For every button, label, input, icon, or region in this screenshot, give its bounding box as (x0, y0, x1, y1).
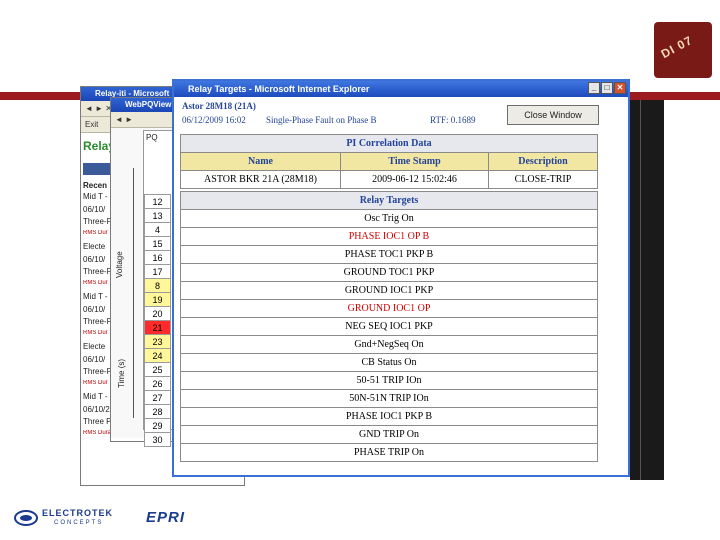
number-cell: 29 (144, 418, 171, 433)
number-column-header: PQ (146, 133, 158, 142)
number-cell: 17 (144, 264, 171, 279)
close-icon[interactable]: ✕ (614, 82, 626, 94)
number-column-window: PQ 12 13 4 15 16 17 8 19 20 21 23 24 25 26 27 28 29 30 (143, 130, 175, 447)
number-cell: 19 (144, 292, 171, 307)
electrotek-subtitle: CONCEPTS (54, 520, 104, 526)
correlation-description-cell: CLOSE-TRIP (488, 170, 598, 189)
number-cell: 21 (144, 320, 171, 335)
relay-targets-table: Relay Targets Osc Trig On PHASE IOC1 OP B… (180, 191, 598, 462)
number-cell: 12 (144, 194, 171, 209)
relay-target-row: PHASE IOC1 PKP B (180, 407, 598, 426)
close-window-button[interactable]: Close Window (507, 105, 599, 125)
plot-axis-line (133, 168, 134, 418)
column-header-name: Name (180, 152, 341, 171)
number-cell: 25 (144, 362, 171, 377)
number-cell: 13 (144, 208, 171, 223)
event-type: Single-Phase Fault on Phase B (266, 115, 377, 125)
relay-target-row: Gnd+NegSeq On (180, 335, 598, 354)
column-header-timestamp: Time Stamp (340, 152, 489, 171)
epri-logo: EPRI (146, 509, 186, 526)
relay-target-row: NEG SEQ IOC1 PKP (180, 317, 598, 336)
number-cell: 24 (144, 348, 171, 363)
number-cell: 8 (144, 278, 171, 293)
rtf-value: RTF: 0.1689 (430, 115, 476, 125)
relay-targets-titlebar: Relay Targets - Microsoft Internet Explo… (174, 81, 628, 97)
number-cell: 15 (144, 236, 171, 251)
voltage-axis-label: Voltage (115, 251, 124, 278)
relay-target-row: 50N-51N TRIP IOn (180, 389, 598, 408)
number-cell: 28 (144, 404, 171, 419)
number-cell: 4 (144, 222, 171, 237)
brand-logo-text: DI 07 (658, 32, 696, 62)
electrotek-emblem-icon (14, 510, 38, 526)
correlation-table: PI Correlation Data Name Time Stamp Desc… (180, 134, 598, 189)
relay-target-row: GROUND IOC1 PKP (180, 281, 598, 300)
column-header-description: Description (488, 152, 598, 171)
number-cell: 23 (144, 334, 171, 349)
relay-target-row: PHASE IOC1 OP B (180, 227, 598, 246)
relay-target-row: PHASE TOC1 PKP B (180, 245, 598, 264)
background-scrollbar[interactable] (640, 100, 664, 480)
relay-target-row: Osc Trig On (180, 209, 598, 228)
electrotek-logo: ELECTROTEK CONCEPTS (14, 506, 126, 530)
event-time: 06/12/2009 16:02 (182, 115, 246, 125)
relay-target-row: GROUND IOC1 OP (180, 299, 598, 318)
correlation-heading: PI Correlation Data (180, 134, 598, 153)
number-column-table: 12 13 4 15 16 17 8 19 20 21 23 24 25 26 27 28 29 30 (144, 194, 171, 447)
number-cell: 30 (144, 432, 171, 447)
time-axis-label: Time (s) (117, 358, 126, 388)
relay-targets-title: Relay Targets - Microsoft Internet Explo… (188, 84, 370, 94)
relay-target-row: PHASE TRIP On (180, 443, 598, 462)
number-cell: 20 (144, 306, 171, 321)
number-cell: 16 (144, 250, 171, 265)
maximize-icon[interactable]: □ (601, 82, 613, 94)
correlation-timestamp-cell: 2009-06-12 15:02:46 (340, 170, 489, 189)
correlation-name-cell: ASTOR BKR 21A (28M18) (180, 170, 341, 189)
number-cell: 27 (144, 390, 171, 405)
brand-logo: DI 07 (654, 22, 712, 78)
presentation-slide: DI 07 Relay-iti - Microsoft Inte ◄ ► ✕ ⌂… (0, 0, 720, 540)
number-cell: 26 (144, 376, 171, 391)
relay-targets-window[interactable]: Relay Targets - Microsoft Internet Explo… (172, 79, 630, 477)
relay-target-row: CB Status On (180, 353, 598, 372)
electrotek-name: ELECTROTEK (42, 508, 114, 518)
relay-target-row: GROUND TOC1 PKP (180, 263, 598, 282)
relay-target-row: GND TRIP On (180, 425, 598, 444)
relay-targets-heading: Relay Targets (180, 191, 598, 210)
minimize-icon[interactable]: _ (588, 82, 600, 94)
exit-label[interactable]: Exit (85, 120, 98, 129)
event-name: Astor 28M18 (21A) (182, 101, 256, 111)
relay-target-row: 50-51 TRIP IOn (180, 371, 598, 390)
